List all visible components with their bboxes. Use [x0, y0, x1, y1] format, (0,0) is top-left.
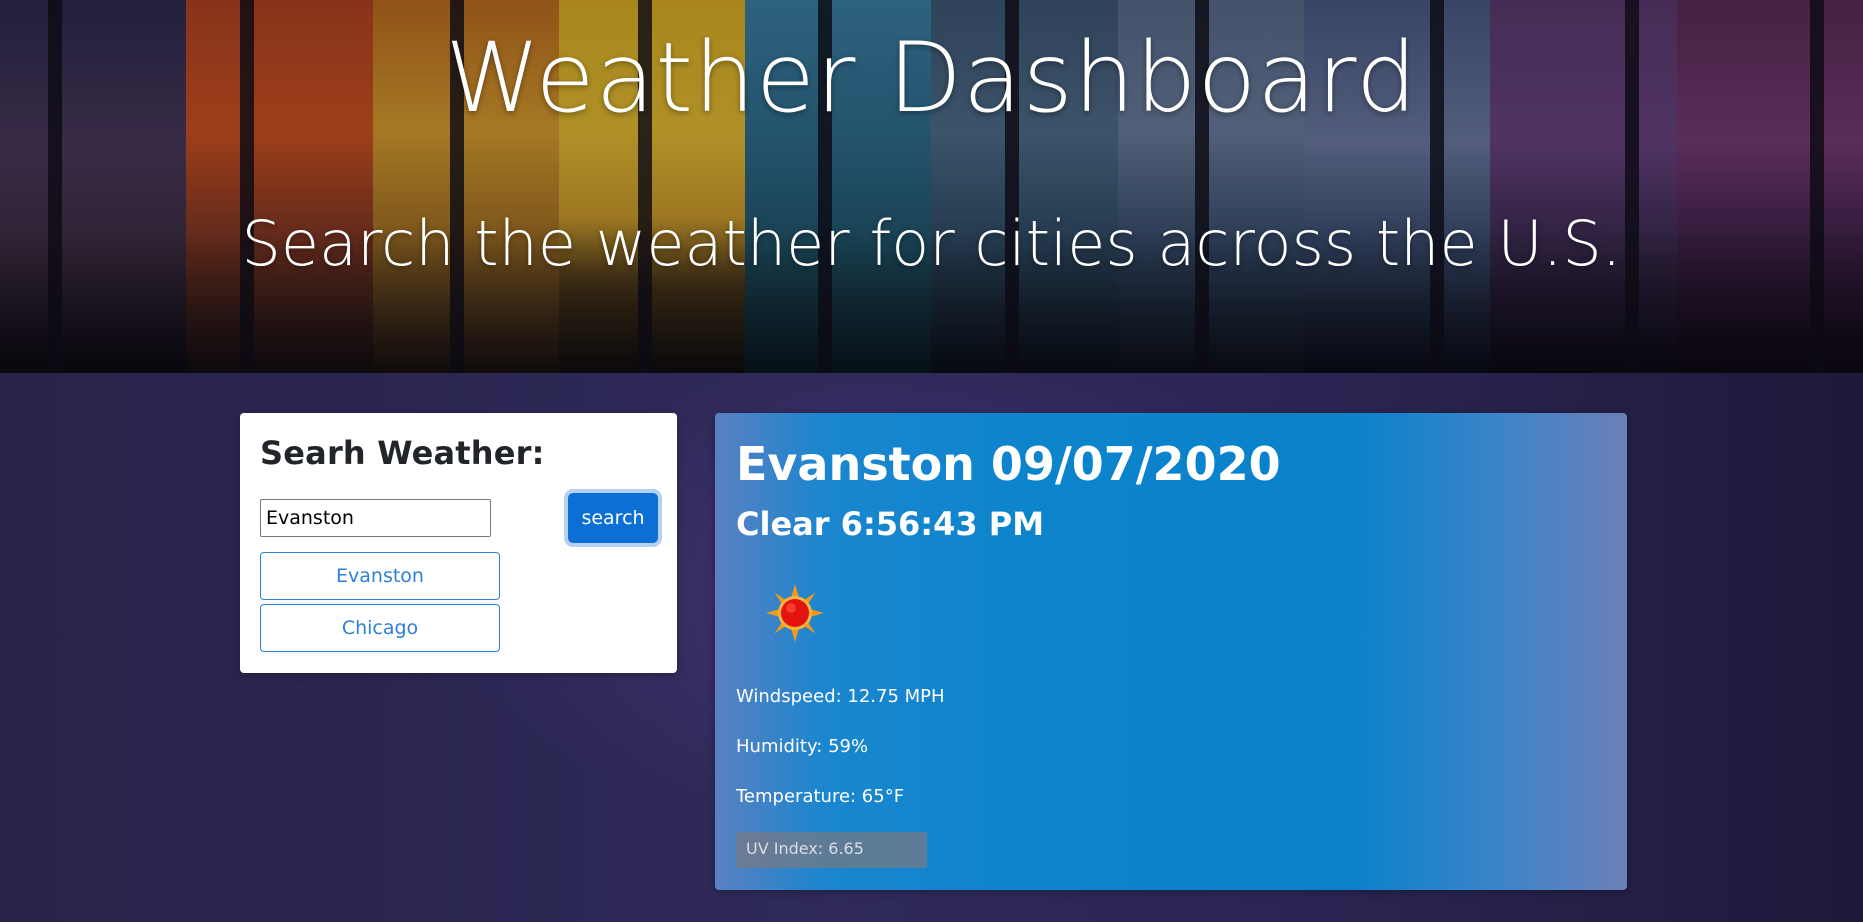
- windspeed-text: Windspeed: 12.75 MPH: [736, 686, 945, 707]
- search-button[interactable]: search: [568, 493, 658, 543]
- sun-icon: [765, 583, 825, 643]
- city-date-heading: Evanston 09/07/2020: [736, 437, 1281, 491]
- temperature-text: Temperature: 65°F: [736, 786, 905, 807]
- history-button-evanston[interactable]: Evanston: [260, 552, 500, 600]
- hero-banner: Weather Dashboard Search the weather for…: [0, 0, 1863, 373]
- search-card: Searh Weather: search Evanston Chicago: [240, 413, 677, 673]
- page-subtitle: Search the weather for cities across the…: [241, 207, 1622, 280]
- search-heading: Searh Weather:: [260, 434, 545, 472]
- current-weather-card: Evanston 09/07/2020 Clear 6:56:43 PM Win…: [715, 413, 1627, 890]
- humidity-text: Humidity: 59%: [736, 736, 869, 757]
- main-content: Searh Weather: search Evanston Chicago E…: [0, 373, 1863, 922]
- page-title: Weather Dashboard: [445, 22, 1418, 134]
- history-button-chicago[interactable]: Chicago: [260, 604, 500, 652]
- uv-index-badge: UV Index: 6.65: [736, 832, 927, 868]
- condition-time-heading: Clear 6:56:43 PM: [736, 505, 1045, 543]
- city-search-input[interactable]: [260, 499, 491, 537]
